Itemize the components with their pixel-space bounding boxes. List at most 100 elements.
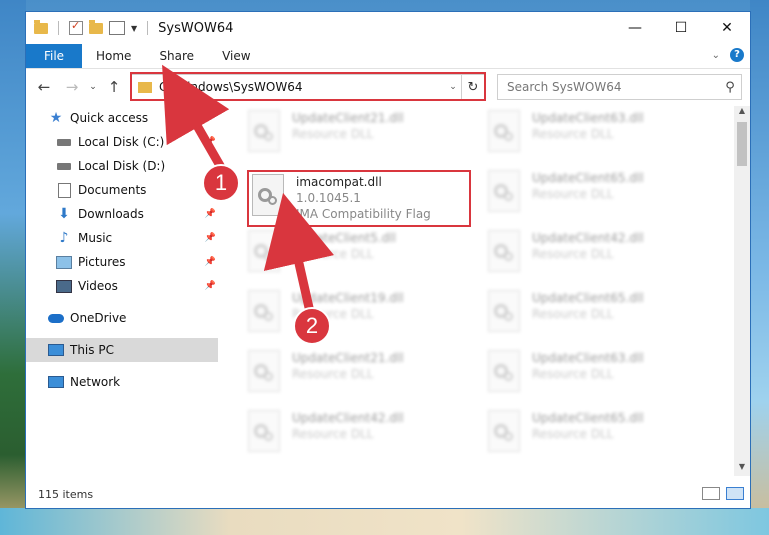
sidebar-item-videos[interactable]: Videos 📌 (26, 274, 218, 298)
sidebar-item-label: OneDrive (70, 311, 127, 325)
file-name: UpdateClient19.dll (292, 291, 404, 305)
sidebar-item-label: Local Disk (C:) (78, 135, 165, 149)
up-arrow-icon[interactable]: ↑ (104, 78, 124, 96)
tab-share[interactable]: Share (145, 44, 208, 68)
tab-view[interactable]: View (208, 44, 264, 68)
list-item[interactable]: UpdateClient42.dll Resource DLL (246, 410, 476, 464)
ribbon-right-controls: ⌄ ? (712, 48, 744, 62)
list-item[interactable]: UpdateClient65.dll Resource DLL (486, 170, 716, 224)
network-icon (48, 375, 64, 389)
dll-file-icon (246, 410, 282, 454)
file-name: UpdateClient65.dll (532, 291, 644, 305)
file-name: UpdateClient65.dll (532, 171, 644, 185)
list-item[interactable]: UpdateClient63.dll Resource DLL (486, 350, 716, 404)
tiles-view-icon[interactable] (726, 487, 744, 500)
properties-check-icon[interactable] (69, 19, 83, 35)
file-type: Resource DLL (532, 307, 614, 321)
dll-file-icon (246, 230, 282, 274)
file-type: Resource DLL (532, 187, 614, 201)
maximize-button[interactable]: ☐ (658, 12, 704, 44)
pin-icon[interactable]: 📌 (205, 209, 216, 219)
search-input[interactable]: Search SysWOW64 (507, 80, 719, 94)
sidebar-item-quick-access[interactable]: ★ Quick access (26, 106, 218, 130)
sidebar-item-music[interactable]: ♪ Music 📌 (26, 226, 218, 250)
close-button[interactable]: ✕ (704, 12, 750, 44)
file-type: Resource DLL (532, 427, 614, 441)
dll-file-icon (486, 110, 522, 154)
file-name: UpdateClient5.dll (292, 231, 396, 245)
recent-locations-chevron-icon[interactable]: ⌄ (86, 82, 100, 92)
file-name: UpdateClient21.dll (292, 111, 404, 125)
file-type: Resource DLL (532, 127, 614, 141)
sidebar-item-documents[interactable]: Documents 📌 (26, 178, 218, 202)
ribbon-tabs: File Home Share View ⌄ ? (26, 44, 750, 69)
title-bar: ▼ SysWOW64 — ☐ ✕ (26, 12, 750, 44)
file-name: UpdateClient63.dll (532, 111, 644, 125)
sidebar-item-pictures[interactable]: Pictures 📌 (26, 250, 218, 274)
forward-arrow-icon[interactable]: → (62, 78, 82, 96)
list-item[interactable]: UpdateClient5.dll Resource DLL (246, 230, 476, 284)
downloads-icon: ⬇ (58, 206, 70, 222)
list-item[interactable]: UpdateClient42.dll Resource DLL (486, 230, 716, 284)
scroll-thumb[interactable] (737, 122, 747, 166)
sidebar-item-local-disk-c[interactable]: Local Disk (C:) 📌 (26, 130, 218, 154)
explorer-window: ▼ SysWOW64 — ☐ ✕ File Home Share View ⌄ … (25, 11, 751, 509)
file-name: UpdateClient42.dll (292, 411, 404, 425)
step-2-badge: 2 (293, 307, 331, 345)
pictures-icon (56, 255, 72, 269)
tab-home[interactable]: Home (82, 44, 145, 68)
expand-ribbon-chevron-icon[interactable]: ⌄ (712, 50, 720, 61)
sidebar-item-label: Videos (78, 279, 118, 293)
dll-file-icon (486, 290, 522, 334)
sidebar-item-onedrive[interactable]: OneDrive (26, 306, 218, 330)
sidebar-item-label: Music (78, 231, 113, 245)
drive-icon (56, 159, 72, 173)
list-item[interactable]: UpdateClient21.dll Resource DLL (246, 350, 476, 404)
list-item[interactable]: UpdateClient65.dll Resource DLL (486, 410, 716, 464)
sidebar-item-network[interactable]: Network (26, 370, 218, 394)
list-item[interactable]: UpdateClient21.dll Resource DLL (246, 110, 476, 164)
window-controls: — ☐ ✕ (612, 12, 750, 44)
status-bar: 115 items (26, 480, 750, 508)
sidebar-item-downloads[interactable]: ⬇ Downloads 📌 (26, 202, 218, 226)
list-item[interactable]: UpdateClient65.dll Resource DLL (486, 290, 716, 344)
search-icon[interactable]: ⚲ (719, 80, 741, 95)
file-type: Resource DLL (532, 247, 614, 261)
file-highlight-box (247, 170, 471, 227)
window-title: SysWOW64 (158, 20, 234, 36)
scroll-up-icon[interactable]: ▲ (734, 106, 750, 120)
file-type: Resource DLL (292, 427, 374, 441)
back-arrow-icon[interactable]: ← (34, 78, 54, 96)
pin-icon[interactable]: 📌 (205, 233, 216, 243)
details-view-icon[interactable] (702, 487, 720, 500)
pin-icon[interactable]: 📌 (205, 281, 216, 291)
list-item[interactable]: UpdateClient63.dll Resource DLL (486, 110, 716, 164)
help-icon[interactable]: ? (730, 48, 744, 62)
drive-icon (56, 135, 72, 149)
file-name: UpdateClient42.dll (532, 231, 644, 245)
item-count: 115 items (38, 487, 94, 501)
scroll-down-icon[interactable]: ▼ (734, 462, 750, 476)
customize-toolbar-dropdown-icon[interactable]: ▼ (131, 24, 137, 33)
properties-icon[interactable] (109, 21, 125, 35)
sidebar-item-local-disk-d[interactable]: Local Disk (D:) (26, 154, 218, 178)
dll-file-icon (486, 410, 522, 454)
step-1-badge: 1 (202, 164, 240, 202)
desktop-wallpaper-bottom (0, 508, 769, 535)
new-folder-icon[interactable] (89, 19, 103, 34)
pin-icon[interactable]: 📌 (205, 257, 216, 267)
file-name: UpdateClient63.dll (532, 351, 644, 365)
search-box[interactable]: Search SysWOW64 ⚲ (497, 74, 742, 100)
dll-file-icon (246, 350, 282, 394)
sidebar-item-this-pc[interactable]: This PC (26, 338, 218, 362)
file-name: UpdateClient21.dll (292, 351, 404, 365)
pin-icon[interactable]: 📌 (205, 137, 216, 147)
list-item[interactable]: UpdateClient19.dll Resource DLL (246, 290, 476, 344)
file-type: Resource DLL (292, 247, 374, 261)
navigation-bar: ← → ⌄ ↑ C:\Windows\SysWOW64 ⌄ ↻ Search S… (26, 69, 750, 105)
file-type: Resource DLL (292, 367, 374, 381)
minimize-button[interactable]: — (612, 12, 658, 44)
sidebar-item-label: Downloads (78, 207, 144, 221)
tab-file[interactable]: File (26, 44, 82, 68)
vertical-scrollbar[interactable]: ▲ ▼ (734, 106, 750, 476)
